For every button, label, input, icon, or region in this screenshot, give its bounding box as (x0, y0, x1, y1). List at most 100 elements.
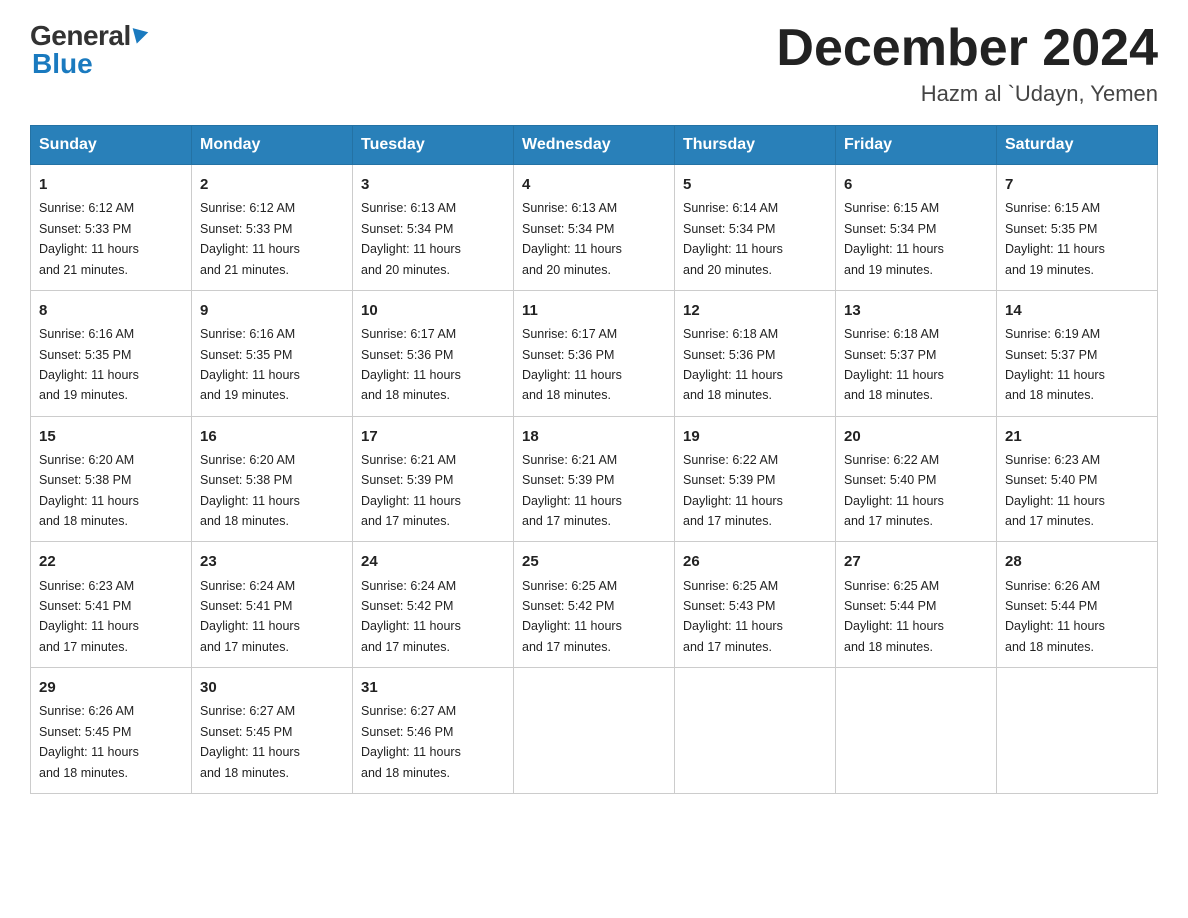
day-number: 6 (844, 173, 988, 196)
calendar-cell: 5 Sunrise: 6:14 AMSunset: 5:34 PMDayligh… (675, 165, 836, 291)
day-info: Sunrise: 6:20 AMSunset: 5:38 PMDaylight:… (200, 453, 300, 528)
calendar-cell: 12 Sunrise: 6:18 AMSunset: 5:36 PMDaylig… (675, 290, 836, 416)
calendar-cell: 22 Sunrise: 6:23 AMSunset: 5:41 PMDaylig… (31, 542, 192, 668)
calendar-header-monday: Monday (192, 126, 353, 165)
day-info: Sunrise: 6:21 AMSunset: 5:39 PMDaylight:… (522, 453, 622, 528)
logo-triangle-icon (132, 25, 150, 44)
calendar-cell: 4 Sunrise: 6:13 AMSunset: 5:34 PMDayligh… (514, 165, 675, 291)
calendar-header-row: SundayMondayTuesdayWednesdayThursdayFrid… (31, 126, 1158, 165)
day-number: 28 (1005, 550, 1149, 573)
calendar-cell: 10 Sunrise: 6:17 AMSunset: 5:36 PMDaylig… (353, 290, 514, 416)
day-info: Sunrise: 6:16 AMSunset: 5:35 PMDaylight:… (200, 327, 300, 402)
calendar-header-tuesday: Tuesday (353, 126, 514, 165)
calendar-cell (514, 668, 675, 794)
calendar-header-thursday: Thursday (675, 126, 836, 165)
calendar-week-row: 15 Sunrise: 6:20 AMSunset: 5:38 PMDaylig… (31, 416, 1158, 542)
day-number: 10 (361, 299, 505, 322)
calendar-header-wednesday: Wednesday (514, 126, 675, 165)
day-number: 13 (844, 299, 988, 322)
calendar-cell: 26 Sunrise: 6:25 AMSunset: 5:43 PMDaylig… (675, 542, 836, 668)
calendar-cell: 27 Sunrise: 6:25 AMSunset: 5:44 PMDaylig… (836, 542, 997, 668)
calendar-cell: 28 Sunrise: 6:26 AMSunset: 5:44 PMDaylig… (997, 542, 1158, 668)
day-info: Sunrise: 6:22 AMSunset: 5:39 PMDaylight:… (683, 453, 783, 528)
calendar-cell: 15 Sunrise: 6:20 AMSunset: 5:38 PMDaylig… (31, 416, 192, 542)
day-number: 25 (522, 550, 666, 573)
calendar-week-row: 1 Sunrise: 6:12 AMSunset: 5:33 PMDayligh… (31, 165, 1158, 291)
calendar-cell: 8 Sunrise: 6:16 AMSunset: 5:35 PMDayligh… (31, 290, 192, 416)
day-number: 9 (200, 299, 344, 322)
location-title: Hazm al `Udayn, Yemen (776, 81, 1158, 107)
calendar-cell: 20 Sunrise: 6:22 AMSunset: 5:40 PMDaylig… (836, 416, 997, 542)
day-number: 2 (200, 173, 344, 196)
day-number: 27 (844, 550, 988, 573)
day-number: 18 (522, 425, 666, 448)
calendar-cell: 17 Sunrise: 6:21 AMSunset: 5:39 PMDaylig… (353, 416, 514, 542)
day-info: Sunrise: 6:12 AMSunset: 5:33 PMDaylight:… (200, 201, 300, 276)
day-number: 16 (200, 425, 344, 448)
day-info: Sunrise: 6:15 AMSunset: 5:34 PMDaylight:… (844, 201, 944, 276)
calendar-header-friday: Friday (836, 126, 997, 165)
day-number: 1 (39, 173, 183, 196)
day-number: 19 (683, 425, 827, 448)
calendar-cell (836, 668, 997, 794)
calendar-cell: 19 Sunrise: 6:22 AMSunset: 5:39 PMDaylig… (675, 416, 836, 542)
day-info: Sunrise: 6:18 AMSunset: 5:37 PMDaylight:… (844, 327, 944, 402)
calendar-cell: 7 Sunrise: 6:15 AMSunset: 5:35 PMDayligh… (997, 165, 1158, 291)
calendar-cell: 3 Sunrise: 6:13 AMSunset: 5:34 PMDayligh… (353, 165, 514, 291)
calendar-cell: 1 Sunrise: 6:12 AMSunset: 5:33 PMDayligh… (31, 165, 192, 291)
day-info: Sunrise: 6:23 AMSunset: 5:41 PMDaylight:… (39, 579, 139, 654)
day-info: Sunrise: 6:25 AMSunset: 5:42 PMDaylight:… (522, 579, 622, 654)
day-number: 8 (39, 299, 183, 322)
day-info: Sunrise: 6:21 AMSunset: 5:39 PMDaylight:… (361, 453, 461, 528)
day-info: Sunrise: 6:13 AMSunset: 5:34 PMDaylight:… (522, 201, 622, 276)
day-info: Sunrise: 6:25 AMSunset: 5:44 PMDaylight:… (844, 579, 944, 654)
day-info: Sunrise: 6:27 AMSunset: 5:46 PMDaylight:… (361, 704, 461, 779)
day-number: 21 (1005, 425, 1149, 448)
calendar-header-saturday: Saturday (997, 126, 1158, 165)
calendar-cell: 24 Sunrise: 6:24 AMSunset: 5:42 PMDaylig… (353, 542, 514, 668)
day-info: Sunrise: 6:24 AMSunset: 5:41 PMDaylight:… (200, 579, 300, 654)
day-number: 29 (39, 676, 183, 699)
title-area: December 2024 Hazm al `Udayn, Yemen (776, 20, 1158, 107)
calendar-cell: 18 Sunrise: 6:21 AMSunset: 5:39 PMDaylig… (514, 416, 675, 542)
day-number: 23 (200, 550, 344, 573)
calendar-cell: 16 Sunrise: 6:20 AMSunset: 5:38 PMDaylig… (192, 416, 353, 542)
calendar-cell (997, 668, 1158, 794)
day-number: 24 (361, 550, 505, 573)
calendar-cell: 30 Sunrise: 6:27 AMSunset: 5:45 PMDaylig… (192, 668, 353, 794)
day-number: 7 (1005, 173, 1149, 196)
logo: General Blue (30, 20, 149, 80)
day-info: Sunrise: 6:27 AMSunset: 5:45 PMDaylight:… (200, 704, 300, 779)
calendar-cell: 31 Sunrise: 6:27 AMSunset: 5:46 PMDaylig… (353, 668, 514, 794)
day-number: 20 (844, 425, 988, 448)
calendar-cell (675, 668, 836, 794)
day-info: Sunrise: 6:20 AMSunset: 5:38 PMDaylight:… (39, 453, 139, 528)
day-info: Sunrise: 6:17 AMSunset: 5:36 PMDaylight:… (522, 327, 622, 402)
calendar-cell: 23 Sunrise: 6:24 AMSunset: 5:41 PMDaylig… (192, 542, 353, 668)
calendar-cell: 25 Sunrise: 6:25 AMSunset: 5:42 PMDaylig… (514, 542, 675, 668)
calendar-cell: 6 Sunrise: 6:15 AMSunset: 5:34 PMDayligh… (836, 165, 997, 291)
day-info: Sunrise: 6:26 AMSunset: 5:44 PMDaylight:… (1005, 579, 1105, 654)
calendar-cell: 29 Sunrise: 6:26 AMSunset: 5:45 PMDaylig… (31, 668, 192, 794)
day-number: 22 (39, 550, 183, 573)
day-info: Sunrise: 6:24 AMSunset: 5:42 PMDaylight:… (361, 579, 461, 654)
day-info: Sunrise: 6:25 AMSunset: 5:43 PMDaylight:… (683, 579, 783, 654)
day-info: Sunrise: 6:26 AMSunset: 5:45 PMDaylight:… (39, 704, 139, 779)
day-info: Sunrise: 6:17 AMSunset: 5:36 PMDaylight:… (361, 327, 461, 402)
calendar-cell: 13 Sunrise: 6:18 AMSunset: 5:37 PMDaylig… (836, 290, 997, 416)
day-number: 12 (683, 299, 827, 322)
calendar-cell: 2 Sunrise: 6:12 AMSunset: 5:33 PMDayligh… (192, 165, 353, 291)
day-info: Sunrise: 6:13 AMSunset: 5:34 PMDaylight:… (361, 201, 461, 276)
day-info: Sunrise: 6:15 AMSunset: 5:35 PMDaylight:… (1005, 201, 1105, 276)
day-number: 5 (683, 173, 827, 196)
calendar-header-sunday: Sunday (31, 126, 192, 165)
calendar-week-row: 29 Sunrise: 6:26 AMSunset: 5:45 PMDaylig… (31, 668, 1158, 794)
calendar-cell: 21 Sunrise: 6:23 AMSunset: 5:40 PMDaylig… (997, 416, 1158, 542)
calendar-cell: 14 Sunrise: 6:19 AMSunset: 5:37 PMDaylig… (997, 290, 1158, 416)
day-number: 17 (361, 425, 505, 448)
day-info: Sunrise: 6:12 AMSunset: 5:33 PMDaylight:… (39, 201, 139, 276)
calendar-week-row: 8 Sunrise: 6:16 AMSunset: 5:35 PMDayligh… (31, 290, 1158, 416)
day-number: 11 (522, 299, 666, 322)
day-info: Sunrise: 6:14 AMSunset: 5:34 PMDaylight:… (683, 201, 783, 276)
day-info: Sunrise: 6:22 AMSunset: 5:40 PMDaylight:… (844, 453, 944, 528)
